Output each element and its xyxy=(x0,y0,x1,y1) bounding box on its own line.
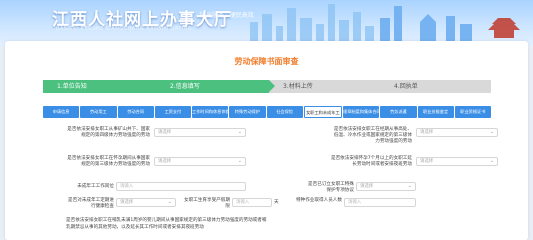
header-banner: 江西人社网上办事大厅 阳光服务 · 便民高效 JIANGXI RENSHE WA… xyxy=(0,0,533,46)
q4-label: 是否依法安排怀孕7个月以上的女职工延长劳动时间或者安排夜班劳动 xyxy=(330,156,412,167)
content-panel xyxy=(5,41,528,240)
q6-select[interactable]: 请选择 ⌄ xyxy=(356,182,416,191)
form-tabs: 申请信息 劳动用工 劳动合同 工资支付 工作时间和休息休假 特殊劳动保护 社会保… xyxy=(43,106,491,118)
chevron-down-icon: ⌄ xyxy=(167,199,172,205)
tab-skill-appraisal[interactable]: 职业技能鉴定 xyxy=(417,106,454,118)
chevron-down-icon: ⌄ xyxy=(489,129,494,135)
q7-select[interactable]: 请选择 ⌄ xyxy=(116,198,176,207)
q8-input[interactable]: 请输入 xyxy=(232,198,272,207)
tab-female-minor-workers[interactable]: 女职工和未成年工 xyxy=(303,106,342,118)
tab-qualification-cert[interactable]: 职业资格证书 xyxy=(454,106,491,118)
chevron-down-icon: ⌄ xyxy=(237,158,242,164)
chevron-down-icon: ⌄ xyxy=(237,129,242,135)
tab-labor-dispatch[interactable]: 劳务派遣 xyxy=(380,106,417,118)
q10-label: 是否依法安排女职工在哺乳未满1周岁的婴儿期间从事国家规定的第三级体力劳动强度的劳… xyxy=(66,218,267,230)
tab-special-protection[interactable]: 特殊劳动保护 xyxy=(229,106,266,118)
step-3: 3.材料上传 xyxy=(269,80,380,93)
chevron-down-icon: ⌄ xyxy=(489,158,494,164)
brand-pinyin: JIANGXI RENSHE WANGSHANG BANSHI DATING xyxy=(56,26,193,32)
brand-subtitle: 阳光服务 · 便民高效 xyxy=(200,12,254,19)
page-title: 劳动保障书面审查 xyxy=(234,57,299,66)
q4-select[interactable]: 请选择 ⌄ xyxy=(416,157,498,166)
q1-select[interactable]: 请选择 ⌄ xyxy=(154,128,246,137)
progress-steps: 1.单位告知 2.信息填写 3.材料上传 4.回执单 xyxy=(43,80,491,93)
tab-rules-contracts[interactable]: 规章制度和集体合同 xyxy=(343,106,380,118)
step-1: 1.单位告知 xyxy=(43,80,156,93)
tab-labor-employment[interactable]: 劳动用工 xyxy=(80,106,117,118)
tab-apply-info[interactable]: 申请信息 xyxy=(43,106,80,118)
tab-social-insurance[interactable]: 社会保险 xyxy=(266,106,303,118)
q8-label: 女职工生育享受产假期限 xyxy=(184,198,230,209)
q7-label: 是否对未成年工定期进行健康检查 xyxy=(68,198,114,209)
step-4: 4.回执单 xyxy=(380,80,491,93)
q2-select[interactable]: 请选择 ⌄ xyxy=(416,128,498,137)
tab-labor-contract[interactable]: 劳动合同 xyxy=(117,106,154,118)
q1-label: 是否依法安排女职工从事矿山井下、国家规定的第四级体力劳动强度的劳动 xyxy=(67,127,150,138)
q8-unit: 天 xyxy=(274,200,279,205)
q9-label: 特种作业取得人员人数 xyxy=(296,198,342,203)
q5-label: 未成年工工作岗位 xyxy=(77,184,114,189)
tab-wage-payment[interactable]: 工资支付 xyxy=(154,106,191,118)
tab-work-hours[interactable]: 工作时间和休息休假 xyxy=(192,106,229,118)
step-2: 2.信息填写 xyxy=(156,80,275,93)
q6-label: 是否已订立女职工特殊保护专项协议 xyxy=(308,182,354,193)
chevron-down-icon: ⌄ xyxy=(407,183,412,189)
q2-label: 是否依法安排女职工在经期从事高处、低温、冷水作业或国家规定的第三级体力劳动强度的… xyxy=(333,127,412,144)
q3-label: 是否依法安排女职工在怀孕期间从事国家规定的第三级体力劳动强度的劳动 xyxy=(67,156,150,167)
q5-input[interactable]: 请输入 xyxy=(116,182,246,191)
q9-input[interactable]: 请输入 xyxy=(344,198,416,207)
q3-select[interactable]: 请选择 ⌄ xyxy=(154,157,246,166)
